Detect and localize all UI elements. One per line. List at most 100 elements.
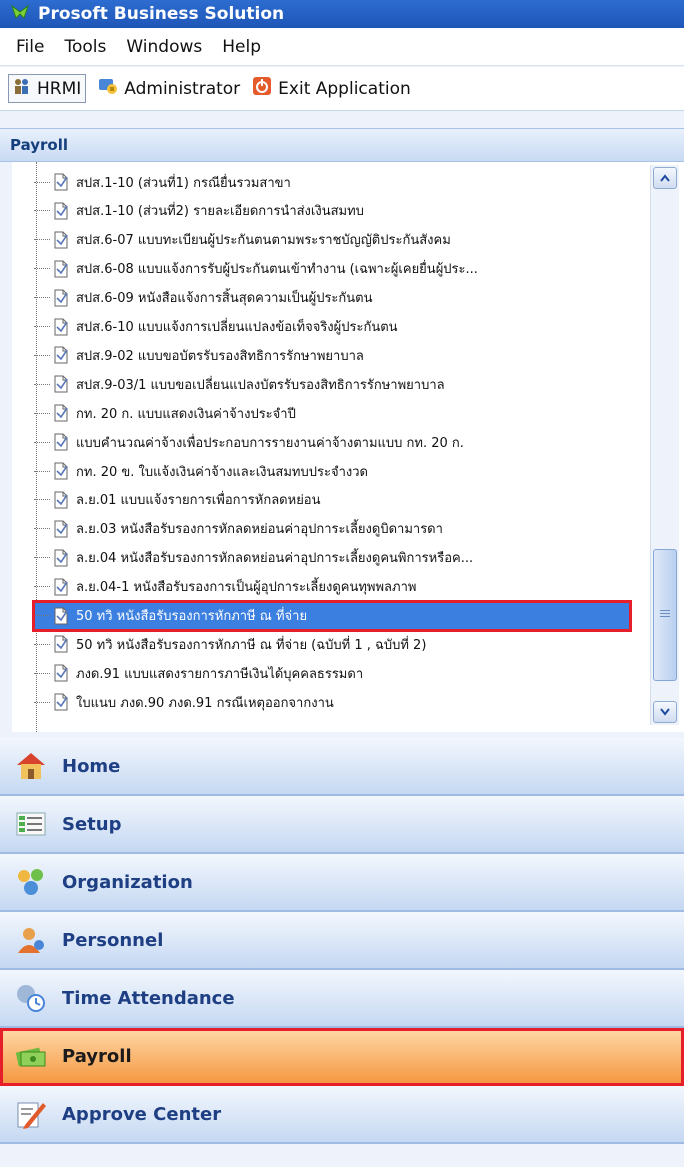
tree-item-label: สปส.6-10 แบบแจ้งการเปลี่ยนแปลงข้อเท็จจริ…: [76, 320, 398, 335]
window-titlebar: Prosoft Business Solution: [0, 0, 684, 28]
setup-icon: [14, 807, 48, 841]
nav-organization[interactable]: Organization: [0, 854, 684, 912]
nav-approve-center[interactable]: Approve Center: [0, 1086, 684, 1144]
tree-item-label: ภงด.91 แบบแสดงรายการภาษีเงินได้บุคคลธรรม…: [76, 666, 364, 682]
payroll-icon: [14, 1039, 48, 1073]
document-icon: [54, 318, 68, 335]
tree-item-label: สปส.9-03/1 แบบขอเปลี่ยนแปลงบัตรรับรองสิท…: [76, 377, 445, 393]
tree-item-label: ใบแนบ ภงด.90 ภงด.91 กรณีเหตุออกจากงาน: [76, 695, 334, 711]
scroll-grip: [660, 616, 670, 617]
exit-icon: [252, 76, 272, 101]
menu-tools[interactable]: Tools: [54, 37, 116, 57]
section-title: Payroll: [10, 136, 69, 154]
tree-item-label: สปส.6-08 แบบแจ้งการรับผู้ประกันตนเข้าทำง…: [76, 262, 478, 278]
tree-item-label: 50 ทวิ หนังสือรับรองการหักภาษี ณ ที่จ่าย: [76, 609, 308, 624]
hrmi-label: HRMI: [37, 78, 82, 99]
home-icon: [14, 749, 48, 783]
tree-item[interactable]: สปส.9-03/1 แบบขอเปลี่ยนแปลงบัตรรับรองสิท…: [34, 370, 654, 398]
document-icon: [54, 260, 68, 278]
scroll-thumb[interactable]: [653, 549, 677, 681]
tree-connector: [34, 672, 50, 674]
time-attendance-icon: [14, 981, 48, 1015]
scroll-down-button[interactable]: [653, 701, 677, 723]
tree-item[interactable]: สปส.1-10 (ส่วนที่2) รายละเอียดการนำส่งเง…: [34, 197, 654, 225]
nav-setup-label: Setup: [62, 813, 122, 835]
scroll-grip: [660, 613, 670, 614]
tree-item[interactable]: สปส.6-09 หนังสือแจ้งการสิ้นสุดความเป็นผู…: [34, 284, 654, 312]
document-icon: [54, 231, 68, 249]
document-icon: [54, 578, 68, 596]
administrator-label: Administrator: [124, 78, 241, 99]
document-icon: [54, 404, 68, 422]
tree-item[interactable]: กท. 20 ข. ใบแจ้งเงินค่าจ้างและเงินสมทบปร…: [34, 457, 654, 485]
tree-item-label: สปส.1-10 (ส่วนที่1) กรณียื่นรวมสาขา: [76, 175, 291, 191]
tree-item[interactable]: 50 ทวิ หนังสือรับรองการหักภาษี ณ ที่จ่าย: [32, 599, 632, 632]
document-icon: [54, 491, 68, 509]
exit-application-button[interactable]: Exit Application: [252, 76, 411, 101]
app-window: Prosoft Business Solution File Tools Win…: [0, 0, 684, 1167]
tree-connector: [34, 528, 50, 530]
tree-item-label: กท. 20 ก. แบบแสดงเงินค่าจ้างประจำปี: [76, 406, 296, 422]
tree-item[interactable]: 50 ทวิ หนังสือรับรองการหักภาษี ณ ที่จ่าย…: [34, 630, 654, 658]
tree-connector: [34, 181, 50, 183]
tree-item-label: สปส.9-02 แบบขอบัตรรับรองสิทธิการรักษาพยา…: [76, 348, 364, 364]
tree-item[interactable]: สปส.6-08 แบบแจ้งการรับผู้ประกันตนเข้าทำง…: [34, 255, 654, 283]
document-icon: [54, 635, 68, 653]
tree-connector: [34, 354, 50, 356]
tree-item[interactable]: ล.ย.03 หนังสือรับรองการหักลดหย่อนค่าอุปก…: [34, 515, 654, 543]
app-logo-icon: [10, 2, 30, 27]
tree-item-label: สปส.6-07 แบบทะเบียนผู้ประกันตนตามพระราชบ…: [76, 233, 451, 249]
nav-time-attendance[interactable]: Time Attendance: [0, 970, 684, 1028]
menu-windows[interactable]: Windows: [116, 37, 212, 57]
tree-item[interactable]: สปส.6-10 แบบแจ้งการเปลี่ยนแปลงข้อเท็จจริ…: [34, 313, 654, 341]
tree-item[interactable]: สปส.6-07 แบบทะเบียนผู้ประกันตนตามพระราชบ…: [34, 226, 654, 254]
nav-home[interactable]: Home: [0, 738, 684, 796]
tree-item[interactable]: ล.ย.04 หนังสือรับรองการหักลดหย่อนค่าอุปก…: [34, 544, 654, 572]
document-icon: [54, 462, 68, 480]
tree-connector: [34, 586, 50, 588]
organization-icon: [14, 865, 48, 899]
scroll-up-button[interactable]: [653, 167, 677, 189]
module-navigation: Home Setup Organization Personnel Time A…: [0, 738, 684, 1144]
nav-time-attendance-label: Time Attendance: [62, 987, 235, 1009]
tree-connector: [34, 412, 50, 414]
document-icon: [54, 607, 68, 624]
tree-connector: [34, 701, 50, 703]
tree-item-label: 50 ทวิ หนังสือรับรองการหักภาษี ณ ที่จ่าย…: [76, 637, 427, 653]
tree-item[interactable]: ล.ย.01 แบบแจ้งรายการเพื่อการหักลดหย่อน: [34, 486, 654, 514]
tree-item[interactable]: สปส.9-02 แบบขอบัตรรับรองสิทธิการรักษาพยา…: [34, 341, 654, 369]
nav-payroll-label: Payroll: [62, 1045, 132, 1067]
administrator-button[interactable]: Administrator: [98, 76, 240, 101]
window-title: Prosoft Business Solution: [38, 4, 285, 24]
tree-item[interactable]: ใบแนบ ภงด.90 ภงด.91 กรณีเหตุออกจากงาน: [34, 688, 654, 716]
hrmi-button[interactable]: HRMI: [8, 74, 87, 103]
tree-item[interactable]: ภงด.91 แบบแสดงรายการภาษีเงินได้บุคคลธรรม…: [34, 659, 654, 687]
tree-item-label: ล.ย.01 แบบแจ้งรายการเพื่อการหักลดหย่อน: [76, 493, 321, 509]
nav-setup[interactable]: Setup: [0, 796, 684, 854]
report-tree: สปส.1-10 (ส่วนที่1) กรณียื่นรวมสาขาสปส.1…: [12, 162, 684, 732]
document-icon: [54, 693, 68, 711]
tree-item-label: สปส.1-10 (ส่วนที่2) รายละเอียดการนำส่งเง…: [76, 204, 364, 220]
nav-approve-center-label: Approve Center: [62, 1103, 222, 1125]
tree-item[interactable]: สปส.1-10 (ส่วนที่1) กรณียื่นรวมสาขา: [34, 168, 654, 196]
scroll-grip: [660, 610, 670, 611]
nav-organization-label: Organization: [62, 871, 193, 893]
tree-item[interactable]: ล.ย.04-1 หนังสือรับรองการเป็นผู้อุปการะเ…: [34, 573, 654, 601]
nav-payroll[interactable]: Payroll: [0, 1028, 684, 1086]
tree-item-label: ล.ย.04-1 หนังสือรับรองการเป็นผู้อุปการะเ…: [76, 580, 417, 596]
tree-connector: [34, 441, 50, 443]
document-icon: [54, 375, 68, 393]
tree-item-label: ล.ย.04 หนังสือรับรองการหักลดหย่อนค่าอุปก…: [76, 551, 474, 567]
tree-connector: [34, 297, 50, 299]
menu-help[interactable]: Help: [212, 37, 271, 57]
menu-file[interactable]: File: [6, 37, 54, 57]
document-icon: [54, 173, 68, 191]
tree-item[interactable]: แบบคำนวณค่าจ้างเพื่อประกอบการรายงานค่าจ้…: [34, 428, 654, 456]
tree-scrollbar[interactable]: [650, 165, 679, 725]
document-icon: [54, 520, 68, 538]
payroll-section-header: Payroll: [0, 128, 684, 162]
tree-connector: [34, 499, 50, 501]
document-icon: [54, 664, 68, 682]
tree-item[interactable]: กท. 20 ก. แบบแสดงเงินค่าจ้างประจำปี: [34, 399, 654, 427]
nav-personnel[interactable]: Personnel: [0, 912, 684, 970]
